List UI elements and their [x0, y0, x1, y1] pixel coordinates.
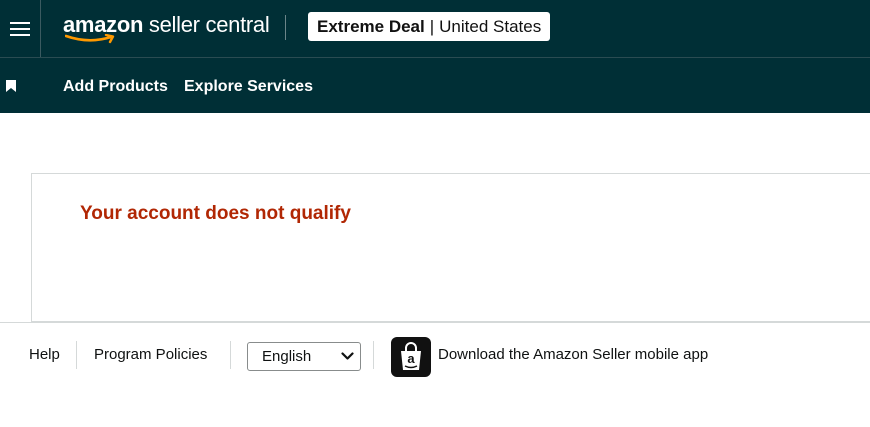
- nav-item-add-products[interactable]: Add Products: [63, 78, 168, 96]
- amazon-smile-icon: [65, 34, 115, 44]
- program-policies-link[interactable]: Program Policies: [94, 346, 207, 363]
- footer-separator: [373, 341, 374, 369]
- download-app-link[interactable]: Download the Amazon Seller mobile app: [438, 346, 708, 363]
- top-header: amazon seller central Extreme Deal | Uni…: [0, 0, 870, 57]
- chevron-down-icon: [341, 352, 354, 360]
- hamburger-menu-button[interactable]: [0, 0, 41, 57]
- footer-separator: [76, 341, 77, 369]
- language-select[interactable]: English: [247, 342, 361, 371]
- header-divider: [285, 15, 286, 40]
- store-separator: |: [429, 16, 435, 36]
- nav-item-explore-services[interactable]: Explore Services: [184, 78, 313, 96]
- footer-separator: [230, 341, 231, 369]
- store-switcher[interactable]: Extreme Deal | United States: [308, 12, 551, 41]
- language-selected-value: English: [262, 348, 312, 365]
- store-name: Extreme Deal: [317, 16, 425, 36]
- bookmark-icon[interactable]: [5, 80, 17, 92]
- nav-bar: Add Products Explore Services: [0, 57, 870, 113]
- store-marketplace: United States: [439, 16, 542, 36]
- error-message: Your account does not qualify: [80, 203, 351, 224]
- amazon-app-icon[interactable]: a: [391, 337, 431, 377]
- menu-icon: [10, 21, 30, 36]
- svg-text:a: a: [407, 351, 415, 366]
- message-card: Your account does not qualify: [31, 173, 870, 322]
- footer-divider: [0, 322, 870, 323]
- help-link[interactable]: Help: [29, 346, 60, 363]
